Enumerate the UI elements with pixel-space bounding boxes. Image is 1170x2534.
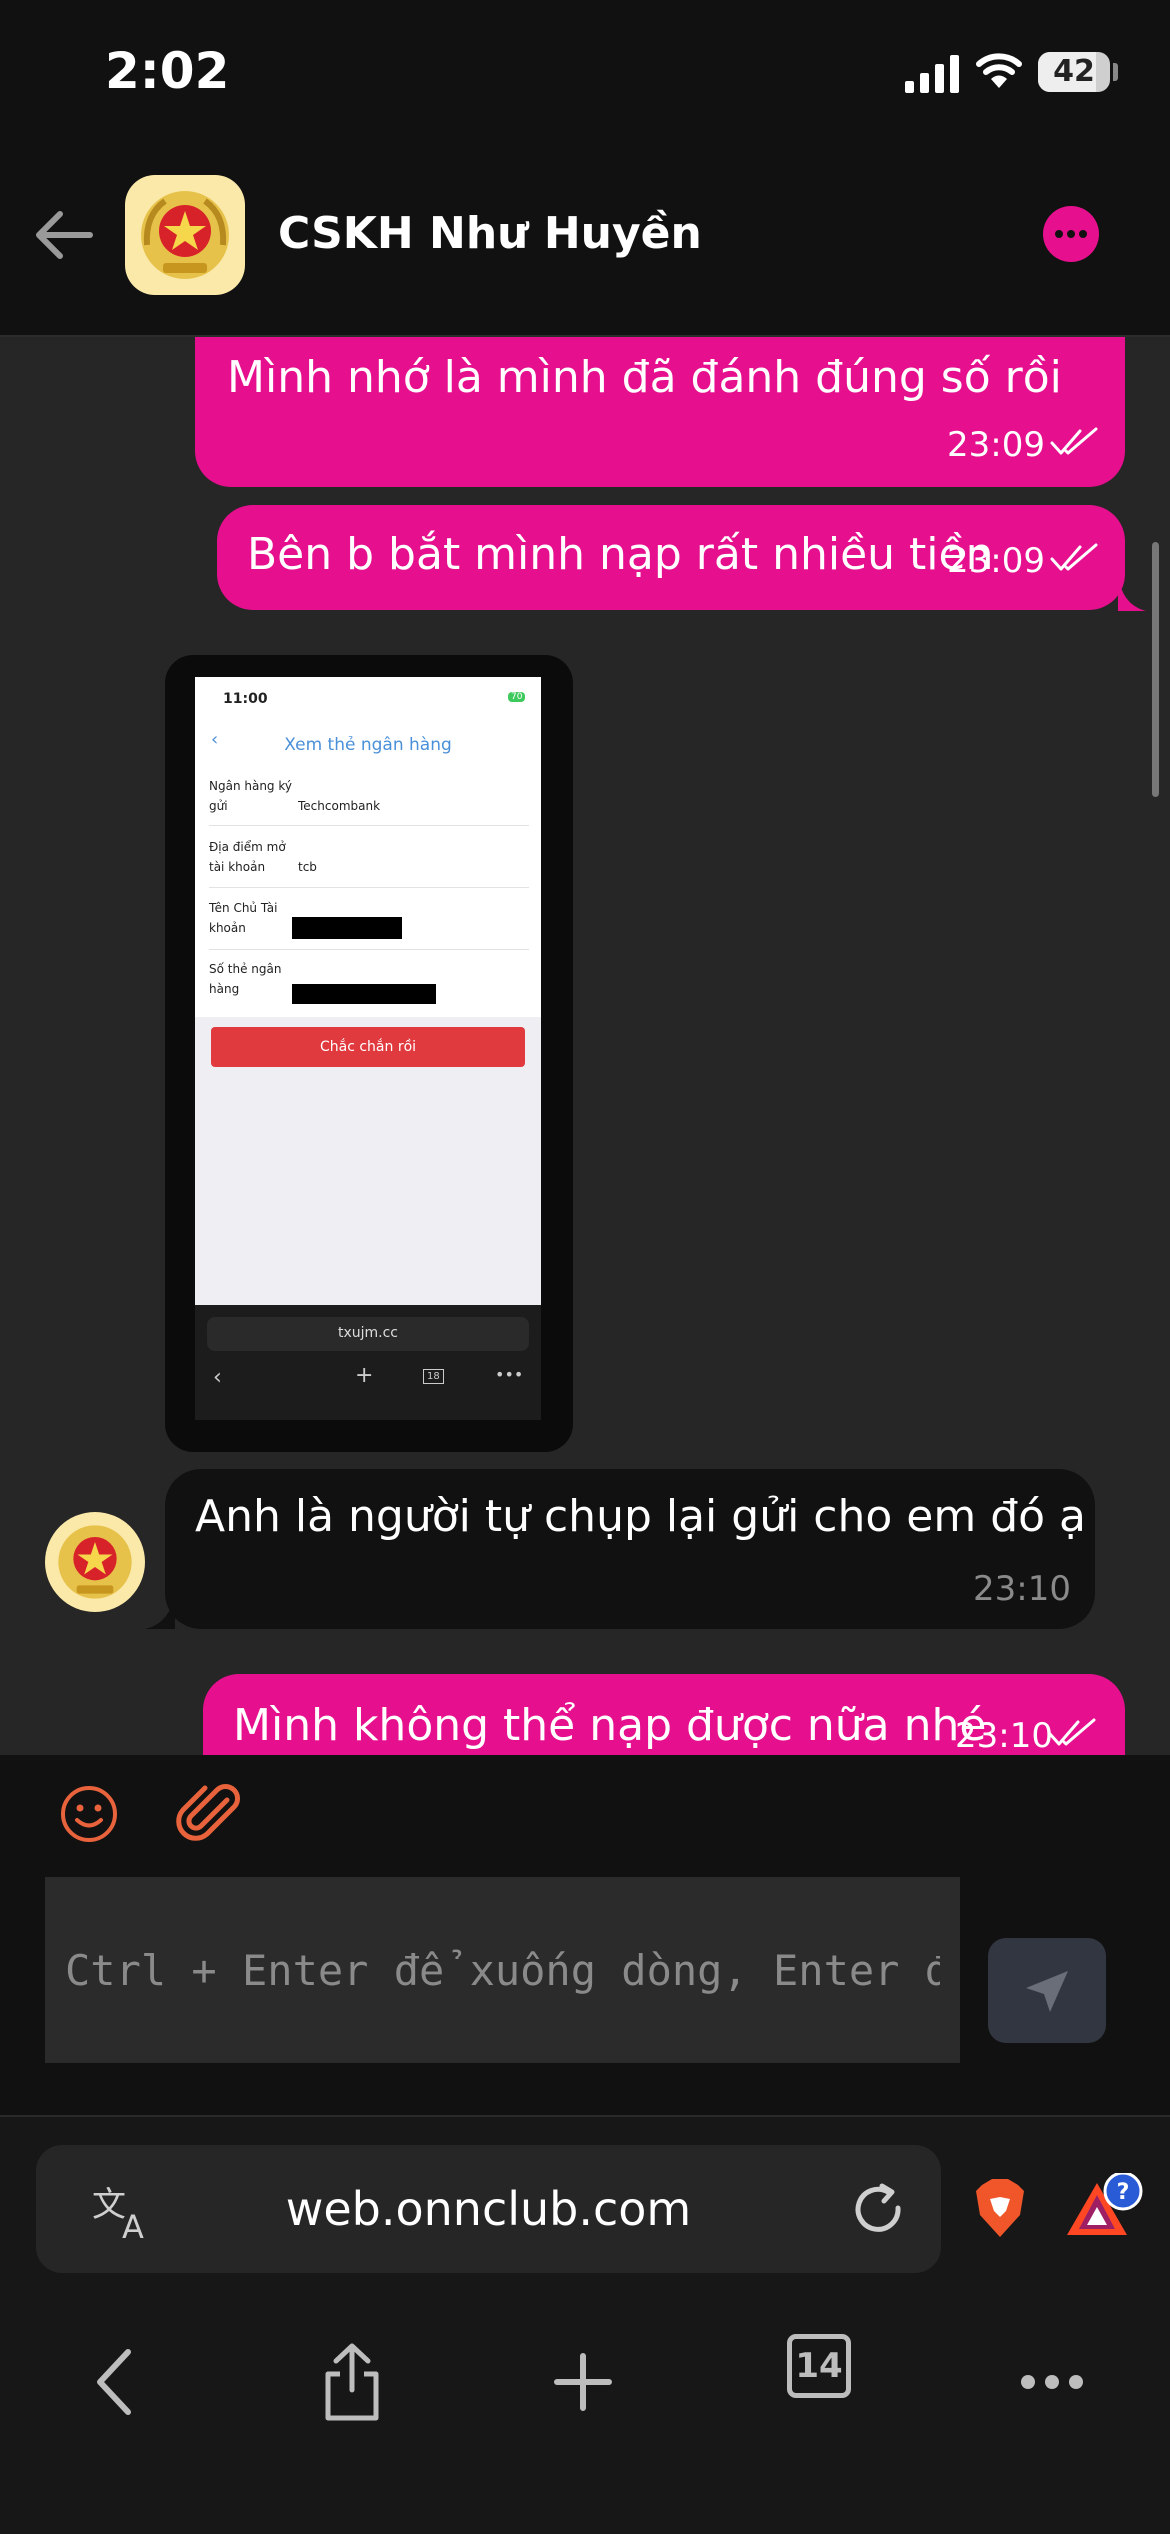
screenshot-header: 11:00 70 ‹ Xem thẻ ngân hàng <box>195 677 541 767</box>
read-check-icon <box>1050 543 1098 571</box>
screenshot-plus-icon: + <box>355 1363 374 1388</box>
read-check-icon <box>1050 427 1098 455</box>
browser-toolbar: web.onnclub.com 文 A ? 14 <box>0 2115 1170 2534</box>
divider <box>209 825 529 826</box>
battery-tip <box>1113 63 1118 81</box>
brave-shields-icon[interactable] <box>972 2177 1028 2239</box>
signal-icon <box>905 55 959 93</box>
status-time: 2:02 <box>105 42 230 100</box>
chat-header: CSKH Như Huyền <box>0 150 1170 337</box>
more-dot <box>1067 230 1075 238</box>
more-dot <box>1055 230 1063 238</box>
more-dot <box>1079 230 1087 238</box>
row-label: gửi <box>209 799 228 813</box>
row-label: hàng <box>209 982 240 996</box>
send-icon <box>1026 1971 1068 2012</box>
image-message[interactable]: 11:00 70 ‹ Xem thẻ ngân hàng Ngân hàng k… <box>165 655 573 1452</box>
reload-icon[interactable] <box>846 2178 910 2242</box>
row-label: Địa điểm mở <box>209 840 286 854</box>
row-label: Tên Chủ Tài <box>209 901 278 915</box>
message-input[interactable] <box>45 1877 960 2063</box>
share-icon[interactable] <box>302 2332 402 2432</box>
battery-percent: 42 <box>1053 54 1095 89</box>
row-value: tcb <box>298 860 317 874</box>
shared-screenshot: 11:00 70 ‹ Xem thẻ ngân hàng Ngân hàng k… <box>195 677 541 1305</box>
back-arrow-icon[interactable] <box>30 200 100 270</box>
bubble-tail <box>1118 575 1146 611</box>
redacted-card-number <box>292 984 436 1004</box>
brave-rewards-icon[interactable]: ? <box>1065 2173 1145 2243</box>
more-menu-icon[interactable] <box>1002 2332 1102 2432</box>
screenshot-url: txujm.cc <box>337 1325 399 1341</box>
read-check-icon <box>1048 1718 1096 1746</box>
screenshot-title: Xem thẻ ngân hàng <box>284 735 452 755</box>
screenshot-browser-bar: txujm.cc ‹ + 18 ••• <box>195 1305 541 1420</box>
contact-avatar[interactable] <box>125 175 245 295</box>
outgoing-message[interactable]: Bên b bắt mình nạp rất nhiều tiền 23:09 <box>217 505 1125 610</box>
wifi-icon <box>976 53 1022 88</box>
confirm-label: Chắc chắn rồi <box>319 1039 417 1055</box>
sender-avatar[interactable] <box>45 1512 145 1612</box>
outgoing-message[interactable]: Mình nhớ là mình đã đánh đúng số rồi 23:… <box>195 337 1125 487</box>
message-list[interactable]: Mình nhớ là mình đã đánh đúng số rồi 23:… <box>0 337 1170 1755</box>
screenshot-time: 11:00 <box>223 691 268 707</box>
emoji-icon[interactable] <box>58 1783 120 1845</box>
new-tab-icon[interactable] <box>533 2332 633 2432</box>
message-time: 23:10 <box>955 1716 1053 1755</box>
composer <box>0 1755 1170 2115</box>
tabs-button[interactable]: 14 <box>787 2334 851 2398</box>
svg-text:文: 文 <box>92 2185 126 2225</box>
browser-back-icon[interactable] <box>68 2332 168 2432</box>
svg-text:A: A <box>122 2208 144 2246</box>
divider <box>209 949 529 950</box>
screenshot-more-icon: ••• <box>495 1365 524 1384</box>
message-text: Mình không thể nạp được nữa nhé <box>233 1700 987 1751</box>
address-bar[interactable]: web.onnclub.com 文 A <box>36 2145 941 2273</box>
screenshot-back-icon: ‹ <box>213 1365 222 1390</box>
screenshot-confirm-button: Chắc chắn rồi <box>211 1027 525 1067</box>
bubble-tail <box>145 1591 175 1629</box>
translate-icon[interactable]: 文 A <box>86 2178 166 2248</box>
divider <box>209 887 529 888</box>
url-text[interactable]: web.onnclub.com <box>36 2145 941 2273</box>
row-label: Ngân hàng ký <box>209 779 292 793</box>
row-label: khoản <box>209 921 246 935</box>
message-text: Mình nhớ là mình đã đánh đúng số rồi <box>227 352 1062 403</box>
bank-info-list: Ngân hàng ký gửi Techcombank Địa điểm mở… <box>195 767 541 1017</box>
screenshot-url-bar: txujm.cc <box>207 1317 529 1351</box>
rewards-badge: ? <box>1117 2180 1130 2205</box>
paperclip-icon[interactable] <box>175 1780 245 1850</box>
police-emblem-icon <box>141 191 229 279</box>
status-bar: 2:02 42 <box>0 0 1170 150</box>
row-label: tài khoản <box>209 860 266 874</box>
message-time: 23:10 <box>973 1569 1071 1609</box>
contact-name[interactable]: CSKH Như Huyền <box>278 208 702 259</box>
message-text: Bên b bắt mình nạp rất nhiều tiền <box>247 529 994 580</box>
screenshot-battery: 70 <box>508 692 526 702</box>
send-button[interactable] <box>988 1938 1106 2043</box>
scrollbar[interactable] <box>1152 542 1159 797</box>
police-emblem-icon <box>58 1525 132 1599</box>
message-text: Anh là người tự chụp lại gửi cho em đó ạ <box>195 1491 1086 1542</box>
row-label: Số thẻ ngân <box>209 962 282 976</box>
more-options-button[interactable] <box>1043 206 1099 262</box>
redacted-name <box>292 917 402 939</box>
battery-indicator: 42 <box>1038 52 1110 92</box>
row-value: Techcombank <box>298 799 381 813</box>
incoming-message[interactable]: Anh là người tự chụp lại gửi cho em đó ạ… <box>165 1469 1095 1629</box>
message-time: 23:09 <box>947 425 1045 465</box>
screenshot-tabs-count: 18 <box>423 1369 444 1384</box>
outgoing-message[interactable]: Mình không thể nạp được nữa nhé 23:10 <box>203 1674 1125 1755</box>
message-time: 23:09 <box>947 541 1045 581</box>
